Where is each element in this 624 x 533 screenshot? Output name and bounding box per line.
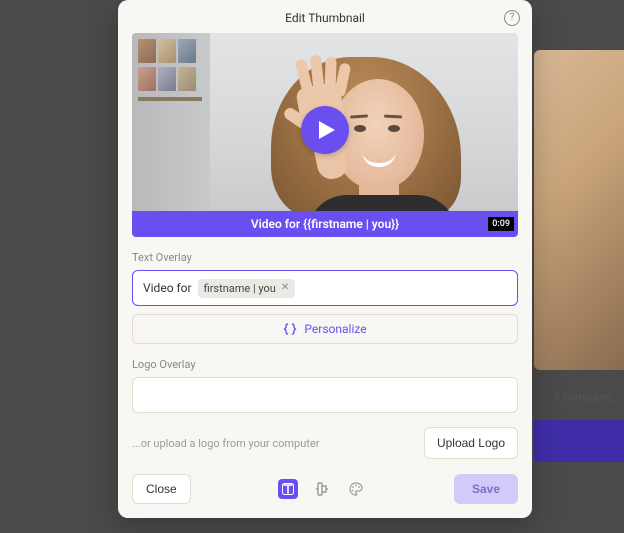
logo-overlay-label: Logo Overlay [132,358,518,371]
save-button[interactable]: Save [454,474,518,504]
upload-hint: ...or upload a logo from your computer [132,437,319,450]
crop-tool-icon[interactable] [312,479,332,499]
personalize-label: Personalize [304,322,366,336]
modal-title: Edit Thumbnail [285,11,365,25]
video-thumbnail-preview: Video for {{firstname | you}} 0:09 [132,33,518,237]
play-button[interactable] [301,106,349,154]
braces-icon [283,322,297,336]
background-placeholder-text: r company... [555,390,620,404]
text-overlay-label: Text Overlay [132,251,518,264]
background-image [534,50,624,370]
personalize-button[interactable]: Personalize [132,314,518,344]
background-button[interactable] [534,420,624,462]
overlay-text: Video for {{firstname | you}} [251,217,399,231]
edit-thumbnail-modal: Edit Thumbnail ? [118,0,532,518]
variable-token[interactable]: firstname | you ✕ [198,279,296,298]
palette-tool-icon[interactable] [346,479,366,499]
token-remove-icon[interactable]: ✕ [281,283,289,293]
modal-header: Edit Thumbnail ? [118,0,532,33]
play-icon [318,120,336,140]
text-overlay-input[interactable]: Video for firstname | you ✕ [132,270,518,306]
text-tool-icon[interactable] [278,479,298,499]
tool-icons [278,479,366,499]
upload-logo-button[interactable]: Upload Logo [424,427,518,459]
close-button[interactable]: Close [132,474,191,504]
video-duration: 0:09 [488,217,514,231]
logo-overlay-input[interactable] [132,377,518,413]
help-icon[interactable]: ? [504,10,520,26]
variable-token-label: firstname | you [204,282,276,295]
text-overlay-prefix: Video for [143,281,192,295]
modal-footer: Close Save [118,462,532,518]
thumbnail-overlay-bar: Video for {{firstname | you}} 0:09 [132,211,518,237]
